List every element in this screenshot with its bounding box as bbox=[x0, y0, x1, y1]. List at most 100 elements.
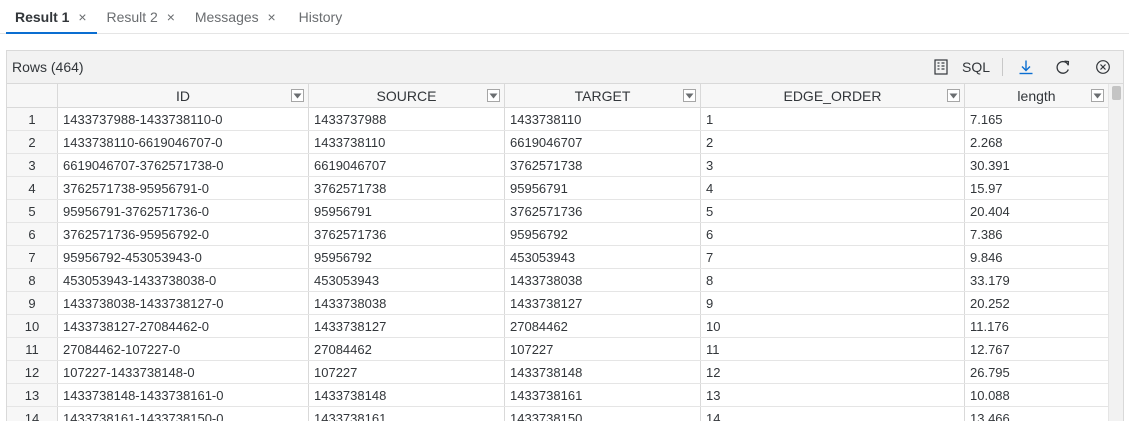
tab-messages[interactable]: Messages × bbox=[186, 0, 287, 33]
clear-filters-icon[interactable] bbox=[1083, 51, 1123, 83]
cell-edge-order[interactable]: 1 bbox=[701, 108, 965, 130]
column-header-source[interactable]: SOURCE bbox=[309, 84, 505, 107]
cell-edge-order[interactable]: 4 bbox=[701, 177, 965, 199]
row-number[interactable]: 8 bbox=[7, 269, 58, 291]
table-row[interactable]: 1 1433737988-1433738110-0 1433737988 143373… bbox=[7, 108, 1109, 131]
cell-target[interactable]: 453053943 bbox=[505, 246, 701, 268]
cell-id[interactable]: 1433738127-27084462-0 bbox=[58, 315, 309, 337]
cell-id[interactable]: 107227-1433738148-0 bbox=[58, 361, 309, 383]
download-icon[interactable] bbox=[1009, 51, 1043, 83]
tab-history[interactable]: History bbox=[287, 0, 352, 33]
close-icon[interactable]: × bbox=[165, 9, 177, 25]
cell-edge-order[interactable]: 8 bbox=[701, 269, 965, 291]
column-header-id[interactable]: ID bbox=[58, 84, 309, 107]
cell-edge-order[interactable]: 9 bbox=[701, 292, 965, 314]
close-icon[interactable]: × bbox=[266, 9, 278, 25]
cell-source[interactable]: 1433738161 bbox=[309, 407, 505, 421]
row-number[interactable]: 6 bbox=[7, 223, 58, 245]
row-number[interactable]: 12 bbox=[7, 361, 58, 383]
filter-icon[interactable] bbox=[947, 89, 960, 102]
cell-length[interactable]: 7.165 bbox=[965, 108, 1109, 130]
row-number[interactable]: 14 bbox=[7, 407, 58, 421]
table-row[interactable]: 10 1433738127-27084462-0 1433738127 2708446… bbox=[7, 315, 1109, 338]
cell-length[interactable]: 15.97 bbox=[965, 177, 1109, 199]
filter-icon[interactable] bbox=[683, 89, 696, 102]
row-number[interactable]: 13 bbox=[7, 384, 58, 406]
cell-length[interactable]: 30.391 bbox=[965, 154, 1109, 176]
cell-edge-order[interactable]: 12 bbox=[701, 361, 965, 383]
row-number[interactable]: 7 bbox=[7, 246, 58, 268]
cell-id[interactable]: 1433738038-1433738127-0 bbox=[58, 292, 309, 314]
cell-id[interactable]: 95956792-453053943-0 bbox=[58, 246, 309, 268]
cell-length[interactable]: 13.466 bbox=[965, 407, 1109, 421]
column-header-edge-order[interactable]: EDGE_ORDER bbox=[701, 84, 965, 107]
cell-id[interactable]: 453053943-1433738038-0 bbox=[58, 269, 309, 291]
cell-target[interactable]: 6619046707 bbox=[505, 131, 701, 153]
cell-source[interactable]: 1433738148 bbox=[309, 384, 505, 406]
cell-length[interactable]: 10.088 bbox=[965, 384, 1109, 406]
cell-id[interactable]: 27084462-107227-0 bbox=[58, 338, 309, 360]
cell-source[interactable]: 1433738110 bbox=[309, 131, 505, 153]
vertical-scrollbar[interactable] bbox=[1108, 84, 1123, 421]
cell-length[interactable]: 9.846 bbox=[965, 246, 1109, 268]
cell-source[interactable]: 3762571738 bbox=[309, 177, 505, 199]
cell-edge-order[interactable]: 2 bbox=[701, 131, 965, 153]
cell-target[interactable]: 1433738127 bbox=[505, 292, 701, 314]
cell-length[interactable]: 20.404 bbox=[965, 200, 1109, 222]
row-number[interactable]: 4 bbox=[7, 177, 58, 199]
cell-id[interactable]: 3762571738-95956791-0 bbox=[58, 177, 309, 199]
column-settings-icon[interactable] bbox=[926, 51, 956, 83]
cell-source[interactable]: 453053943 bbox=[309, 269, 505, 291]
cell-source[interactable]: 3762571736 bbox=[309, 223, 505, 245]
cell-length[interactable]: 26.795 bbox=[965, 361, 1109, 383]
table-row[interactable]: 11 27084462-107227-0 27084462 107227 11 12.76… bbox=[7, 338, 1109, 361]
table-row[interactable]: 3 6619046707-3762571738-0 6619046707 376257… bbox=[7, 154, 1109, 177]
cell-edge-order[interactable]: 6 bbox=[701, 223, 965, 245]
cell-id[interactable]: 1433737988-1433738110-0 bbox=[58, 108, 309, 130]
table-row[interactable]: 7 95956792-453053943-0 95956792 453053943 7 9… bbox=[7, 246, 1109, 269]
cell-edge-order[interactable]: 10 bbox=[701, 315, 965, 337]
row-number[interactable]: 5 bbox=[7, 200, 58, 222]
tab-result-1[interactable]: Result 1 × bbox=[6, 0, 98, 34]
cell-edge-order[interactable]: 14 bbox=[701, 407, 965, 421]
cell-edge-order[interactable]: 5 bbox=[701, 200, 965, 222]
cell-target[interactable]: 1433738038 bbox=[505, 269, 701, 291]
cell-target[interactable]: 3762571738 bbox=[505, 154, 701, 176]
cell-length[interactable]: 12.767 bbox=[965, 338, 1109, 360]
cell-source[interactable]: 107227 bbox=[309, 361, 505, 383]
refresh-icon[interactable] bbox=[1043, 51, 1083, 83]
cell-target[interactable]: 1433738148 bbox=[505, 361, 701, 383]
tab-result-2[interactable]: Result 2 × bbox=[97, 0, 185, 33]
cell-target[interactable]: 1433738150 bbox=[505, 407, 701, 421]
row-number[interactable]: 9 bbox=[7, 292, 58, 314]
cell-length[interactable]: 33.179 bbox=[965, 269, 1109, 291]
filter-icon[interactable] bbox=[1091, 89, 1104, 102]
cell-edge-order[interactable]: 3 bbox=[701, 154, 965, 176]
table-row[interactable]: 13 1433738148-1433738161-0 1433738148 14337… bbox=[7, 384, 1109, 407]
cell-target[interactable]: 107227 bbox=[505, 338, 701, 360]
row-number[interactable]: 1 bbox=[7, 108, 58, 130]
table-row[interactable]: 12 107227-1433738148-0 107227 1433738148 12 2… bbox=[7, 361, 1109, 384]
cell-id[interactable]: 1433738148-1433738161-0 bbox=[58, 384, 309, 406]
table-row[interactable]: 6 3762571736-95956792-0 3762571736 95956792… bbox=[7, 223, 1109, 246]
cell-target[interactable]: 27084462 bbox=[505, 315, 701, 337]
cell-target[interactable]: 95956791 bbox=[505, 177, 701, 199]
table-row[interactable]: 4 3762571738-95956791-0 3762571738 95956791… bbox=[7, 177, 1109, 200]
cell-source[interactable]: 1433738127 bbox=[309, 315, 505, 337]
sql-button[interactable]: SQL bbox=[956, 51, 996, 83]
cell-target[interactable]: 95956792 bbox=[505, 223, 701, 245]
cell-source[interactable]: 1433738038 bbox=[309, 292, 505, 314]
table-row[interactable]: 9 1433738038-1433738127-0 1433738038 143373… bbox=[7, 292, 1109, 315]
scrollbar-thumb[interactable] bbox=[1112, 86, 1121, 100]
column-header-length[interactable]: length bbox=[965, 84, 1109, 107]
cell-source[interactable]: 95956791 bbox=[309, 200, 505, 222]
row-number[interactable]: 10 bbox=[7, 315, 58, 337]
row-number[interactable]: 11 bbox=[7, 338, 58, 360]
cell-id[interactable]: 1433738161-1433738150-0 bbox=[58, 407, 309, 421]
cell-id[interactable]: 1433738110-6619046707-0 bbox=[58, 131, 309, 153]
table-row[interactable]: 2 1433738110-6619046707-0 1433738110 661904… bbox=[7, 131, 1109, 154]
filter-icon[interactable] bbox=[291, 89, 304, 102]
cell-id[interactable]: 95956791-3762571736-0 bbox=[58, 200, 309, 222]
cell-length[interactable]: 2.268 bbox=[965, 131, 1109, 153]
cell-edge-order[interactable]: 11 bbox=[701, 338, 965, 360]
